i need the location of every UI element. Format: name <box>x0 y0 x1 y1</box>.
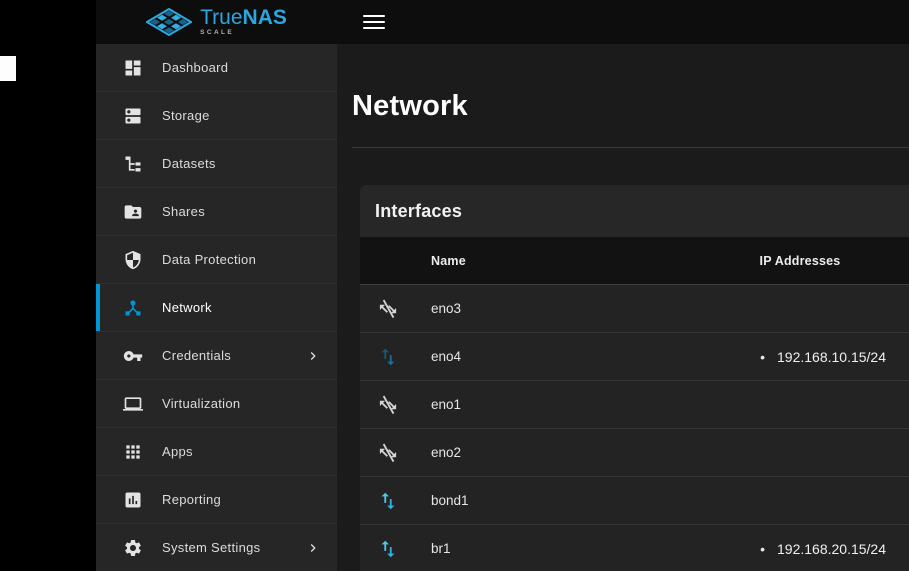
sidebar-item-apps[interactable]: Apps <box>96 428 337 476</box>
interfaces-card-header: Interfaces <box>360 185 909 237</box>
sidebar-item-label: Storage <box>162 108 210 123</box>
sidebar-item-credentials[interactable]: Credentials <box>96 332 337 380</box>
brand-name: TrueNAS <box>200 7 287 28</box>
sidebar-item-label: Virtualization <box>162 396 240 411</box>
sidebar-item-label: Dashboard <box>162 60 228 75</box>
sidebar-item-label: Credentials <box>162 348 231 363</box>
truenas-logo[interactable]: TrueNAS SCALE <box>96 7 337 37</box>
network-hub-icon <box>123 298 143 318</box>
shield-icon <box>123 250 143 270</box>
interface-name: eno4 <box>416 349 691 364</box>
datasets-tree-icon <box>123 154 143 174</box>
interface-name: eno3 <box>416 301 691 316</box>
link-down-icon <box>360 298 416 320</box>
folder-shared-icon <box>123 202 143 222</box>
chevron-right-icon <box>305 540 321 556</box>
sidebar-item-shares[interactable]: Shares <box>96 188 337 236</box>
sidebar-item-datasets[interactable]: Datasets <box>96 140 337 188</box>
interface-ip-addresses: • 192.168.10.15/24 <box>691 349 909 365</box>
sidebar-item-label: Apps <box>162 444 193 459</box>
interface-row-eno1[interactable]: eno1 <box>360 381 909 429</box>
laptop-icon <box>123 394 143 414</box>
interface-row-eno3[interactable]: eno3 <box>360 285 909 333</box>
chevron-right-icon <box>305 348 321 364</box>
sidebar-item-label: Shares <box>162 204 205 219</box>
sidebar-item-label: Network <box>162 300 212 315</box>
brand-edition: SCALE <box>200 30 287 37</box>
ip-address-text: 192.168.20.15/24 <box>777 541 886 557</box>
sidebar-item-label: Data Protection <box>162 252 256 267</box>
link-down-icon <box>360 442 416 464</box>
interface-name: eno2 <box>416 445 691 460</box>
hamburger-menu-icon[interactable] <box>363 13 385 31</box>
interface-name: eno1 <box>416 397 691 412</box>
link-down-icon <box>360 394 416 416</box>
page-title: Network <box>352 90 468 123</box>
dashboard-icon <box>123 58 143 78</box>
sidebar-item-label: Datasets <box>162 156 216 171</box>
interfaces-table-body: eno3 eno4 • 192.168.10.15/24 eno1 eno2 bo… <box>360 285 909 571</box>
sidebar-item-network[interactable]: Network <box>96 284 337 332</box>
ip-bullet: • <box>760 541 765 557</box>
column-header-ip-addresses: IP Addresses <box>691 254 909 268</box>
screen-edge-artifact <box>0 56 16 81</box>
interface-name: br1 <box>416 541 691 556</box>
main-content: Network Interfaces Name IP Addresses eno… <box>337 44 909 571</box>
sidebar-item-storage[interactable]: Storage <box>96 92 337 140</box>
truenas-logo-icon <box>146 8 192 36</box>
interface-row-eno2[interactable]: eno2 <box>360 429 909 477</box>
sidebar-item-virtualization[interactable]: Virtualization <box>96 380 337 428</box>
interface-ip-addresses: • 192.168.20.15/24 <box>691 541 909 557</box>
sidebar-item-label: Reporting <box>162 492 221 507</box>
interface-row-eno4[interactable]: eno4 • 192.168.10.15/24 <box>360 333 909 381</box>
sidebar-item-system-settings[interactable]: System Settings <box>96 524 337 571</box>
screen-edge-strip <box>0 0 96 571</box>
brand-text: TrueNAS SCALE <box>200 7 287 37</box>
interfaces-card-title: Interfaces <box>375 201 462 222</box>
key-icon <box>123 346 143 366</box>
interface-row-br1[interactable]: br1 • 192.168.20.15/24 <box>360 525 909 571</box>
bar-chart-icon <box>123 490 143 510</box>
link-up-icon <box>360 538 416 560</box>
apps-grid-icon <box>123 442 143 462</box>
interface-row-bond1[interactable]: bond1 <box>360 477 909 525</box>
sidebar-item-label: System Settings <box>162 540 260 555</box>
sidebar-item-dashboard[interactable]: Dashboard <box>96 44 337 92</box>
storage-icon <box>123 106 143 126</box>
sidebar-item-data-protection[interactable]: Data Protection <box>96 236 337 284</box>
column-header-name: Name <box>416 254 691 268</box>
gear-icon <box>123 538 143 558</box>
ip-address-text: 192.168.10.15/24 <box>777 349 886 365</box>
ip-bullet: • <box>760 349 765 365</box>
link-up-icon <box>360 490 416 512</box>
sidebar-item-reporting[interactable]: Reporting <box>96 476 337 524</box>
link-up-icon <box>360 346 416 368</box>
interfaces-table-header: Name IP Addresses <box>360 237 909 285</box>
interfaces-card: Interfaces Name IP Addresses eno3 eno4 •… <box>360 185 909 571</box>
sidebar-nav: Dashboard Storage Datasets Shares Data P… <box>96 44 337 571</box>
topbar: TrueNAS SCALE <box>96 0 909 44</box>
interface-name: bond1 <box>416 493 691 508</box>
title-divider <box>352 147 909 148</box>
